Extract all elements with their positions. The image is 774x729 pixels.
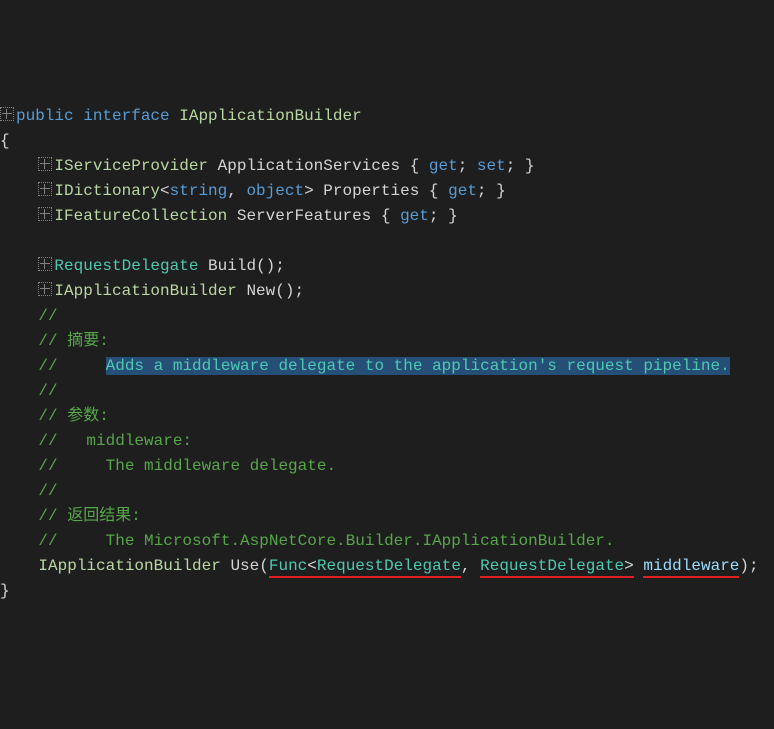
keyword-string: string: [170, 182, 228, 200]
comment-line: //: [0, 482, 58, 500]
outline-toggle[interactable]: [38, 157, 52, 171]
comment-line: // middleware:: [0, 432, 192, 450]
type-arg: RequestDelegate: [317, 557, 461, 578]
keyword-get: get: [448, 182, 477, 200]
outline-toggle[interactable]: [38, 282, 52, 296]
keyword-object: object: [246, 182, 304, 200]
comment-line: // 摘要:: [0, 332, 109, 350]
type-name: IApplicationBuilder: [179, 107, 361, 125]
comment-line: // 返回结果:: [0, 507, 141, 525]
member-name: ServerFeatures: [237, 207, 371, 225]
method-name: New: [246, 282, 275, 300]
outline-toggle[interactable]: [38, 207, 52, 221]
keyword-set: set: [477, 157, 506, 175]
type-name: RequestDelegate: [54, 257, 198, 275]
type-arg: RequestDelegate: [480, 557, 624, 578]
keyword-interface: interface: [83, 107, 169, 125]
keyword-get: get: [429, 157, 458, 175]
member-name: ApplicationServices: [218, 157, 400, 175]
line: IApplicationBuilder Use(Func<RequestDele…: [0, 557, 759, 578]
line: IServiceProvider ApplicationServices { g…: [0, 157, 535, 175]
param-name: middleware: [643, 557, 739, 578]
type-func: Func: [269, 557, 307, 578]
type-name: IServiceProvider: [54, 157, 208, 175]
type-name: IApplicationBuilder: [54, 282, 236, 300]
outline-toggle[interactable]: [38, 257, 52, 271]
type-name: IFeatureCollection: [54, 207, 227, 225]
comment-line: // The middleware delegate.: [0, 457, 336, 475]
code-editor[interactable]: public interface IApplicationBuilder { I…: [0, 104, 774, 604]
type-name: IDictionary: [54, 182, 160, 200]
comment-line: // The Microsoft.AspNetCore.Builder.IApp…: [0, 532, 615, 550]
line: IFeatureCollection ServerFeatures { get;…: [0, 207, 458, 225]
outline-toggle[interactable]: [0, 107, 14, 121]
method-name: Build: [208, 257, 256, 275]
member-name: Properties: [323, 182, 419, 200]
selected-text[interactable]: Adds a middleware delegate to the applic…: [106, 357, 730, 375]
line: IDictionary<string, object> Properties {…: [0, 182, 506, 200]
comment-line: // 参数:: [0, 407, 109, 425]
comment-line: // Adds a middleware delegate to the app…: [0, 357, 730, 375]
keyword-public: public: [16, 107, 74, 125]
brace-open: {: [0, 132, 10, 150]
keyword-get: get: [400, 207, 429, 225]
brace-close: }: [0, 582, 10, 600]
method-name: Use: [230, 557, 259, 575]
line: public interface IApplicationBuilder: [0, 107, 362, 125]
comment-line: //: [0, 307, 58, 325]
type-name: IApplicationBuilder: [38, 557, 220, 575]
outline-toggle[interactable]: [38, 182, 52, 196]
comment-line: //: [0, 382, 58, 400]
line: IApplicationBuilder New();: [0, 282, 304, 300]
line: RequestDelegate Build();: [0, 257, 285, 275]
